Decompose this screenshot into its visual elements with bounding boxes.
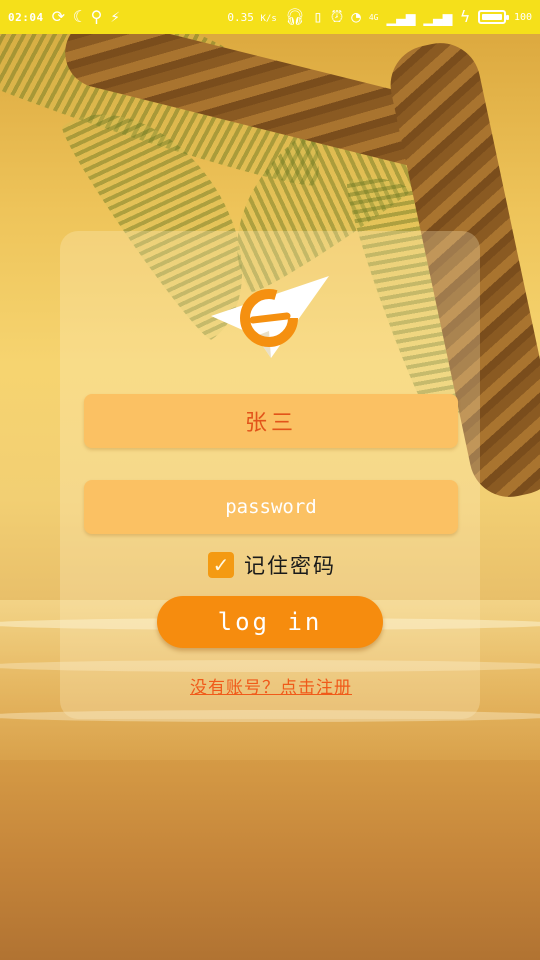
battery-icon	[477, 10, 509, 24]
signal-label: 4G	[368, 12, 379, 22]
status-bar: 02:04 ⟳ ☾ ⚲ ⚡ 0.35 K/s 🎧︎ ▯ ⏰︎ ◔ 4G ▁▃▅ …	[0, 0, 540, 34]
remember-label: 记住密码	[244, 554, 336, 578]
signal-icon: ▁▃▅	[386, 7, 416, 26]
register-link[interactable]: 没有账号？点击注册	[176, 672, 366, 698]
login-button[interactable]: log in	[157, 596, 383, 648]
signal-icon-2: ▁▃▅	[423, 7, 453, 26]
remember-password[interactable]: ✓ 记住密码	[208, 551, 336, 579]
sync-icon: ⟳	[51, 7, 66, 26]
remember-checkbox[interactable]: ✓	[208, 552, 234, 578]
usb-icon: ⚡	[110, 7, 121, 26]
charging-icon: ϟ	[460, 7, 470, 26]
beach-sand	[0, 760, 540, 960]
net-speed: 0.35 K/s	[227, 10, 277, 24]
alarm-icon: ⏰︎	[330, 7, 344, 26]
username-field[interactable]: 张三	[84, 394, 458, 448]
wifi-icon: ◔	[351, 7, 361, 26]
login-screen: 02:04 ⟳ ☾ ⚲ ⚡ 0.35 K/s 🎧︎ ▯ ⏰︎ ◔ 4G ▁▃▅ …	[0, 0, 540, 960]
app-logo	[211, 276, 329, 358]
share-icon: ⚲	[90, 7, 103, 26]
headset-icon: 🎧︎	[284, 7, 306, 26]
password-input[interactable]	[84, 495, 458, 519]
battery-level: 100	[513, 11, 532, 23]
username-value: 张三	[244, 411, 297, 436]
moon-icon: ☾	[73, 7, 83, 26]
password-field[interactable]	[84, 480, 458, 534]
clock: 02:04	[8, 10, 44, 24]
vibrate-icon: ▯	[313, 7, 323, 26]
